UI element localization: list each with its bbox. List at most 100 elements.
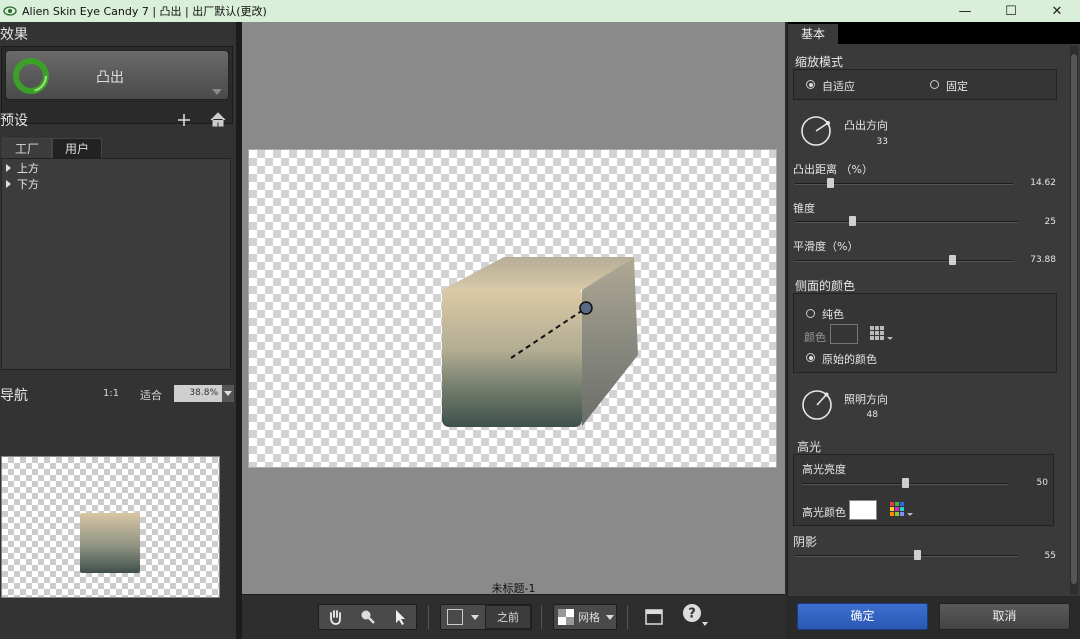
- shadow-slider[interactable]: [795, 550, 1018, 560]
- chevron-down-icon: [212, 89, 222, 95]
- toolbar-separator: [627, 605, 628, 629]
- minimize-button[interactable]: —: [942, 0, 988, 22]
- before-button[interactable]: 之前: [485, 605, 531, 629]
- shadow-label: 阴影: [793, 535, 818, 549]
- navigation-heading: 导航: [0, 388, 28, 404]
- title-bar: Alien Skin Eye Candy 7 | 凸出 | 出厂默认(更改) —…: [0, 0, 1080, 22]
- tab-factory[interactable]: 工厂: [2, 138, 53, 158]
- toolbar-separator: [541, 605, 542, 629]
- settings-tabbar: 基本: [788, 22, 1080, 44]
- slider-track: [795, 260, 1013, 262]
- tree-item-label: 下方: [17, 178, 39, 191]
- effects-heading: 效果: [0, 27, 28, 43]
- square-swatch-icon: [447, 609, 463, 625]
- settings-panel: 基本 缩放模式 自适应 固定 凸出方向 33 凸出距离 （%） 14.62 锥度…: [787, 22, 1080, 639]
- bevel-distance-slider[interactable]: [795, 178, 1013, 188]
- expand-arrow-icon: [6, 180, 11, 188]
- radio-original-color[interactable]: [806, 353, 815, 362]
- side-color-group: 纯色 颜色 原始的颜色: [793, 293, 1057, 373]
- highlight-color-label: 高光颜色: [802, 506, 846, 519]
- taper-label: 锥度: [793, 202, 815, 215]
- pointer-icon: [395, 610, 405, 625]
- help-button[interactable]: ?: [678, 603, 712, 627]
- select-tool-button[interactable]: [384, 605, 416, 629]
- chevron-down-icon: [471, 614, 479, 620]
- tab-user[interactable]: 用户: [52, 138, 103, 158]
- bevel-distance-value: 14.62: [1030, 178, 1056, 188]
- highlight-label: 高光: [797, 440, 822, 454]
- ok-button[interactable]: 确定: [797, 603, 928, 630]
- zoom-tool-button[interactable]: [351, 605, 383, 629]
- preset-tree: 上方 下方: [1, 158, 231, 370]
- help-icon: ?: [683, 604, 708, 626]
- app-eye-icon: [3, 6, 17, 16]
- actual-size-button[interactable]: 1:1: [103, 388, 119, 399]
- toolbar-separator: [428, 605, 429, 629]
- preview-canvas[interactable]: [248, 149, 777, 468]
- home-preset-button[interactable]: [208, 110, 228, 130]
- taper-slider[interactable]: [795, 216, 1018, 226]
- navigation-header: 导航 1:1 适合 38.8%: [0, 382, 236, 408]
- scale-mode-group: 自适应 固定: [793, 69, 1057, 100]
- panel-layout-icon: [645, 609, 663, 625]
- grid-toggle-button[interactable]: [554, 605, 578, 629]
- smoothness-label: 平滑度（%）: [793, 240, 859, 253]
- bevel-direction-label: 凸出方向: [844, 119, 888, 132]
- side-color-swatch[interactable]: [830, 324, 858, 344]
- tree-item-bottom[interactable]: 下方: [2, 177, 230, 193]
- tab-basic[interactable]: 基本: [788, 24, 838, 44]
- preview-toolbar: 之前 网格 ?: [242, 594, 785, 639]
- zoom-dropdown-button[interactable]: [222, 385, 234, 402]
- grid-dropdown-button[interactable]: [604, 605, 616, 629]
- background-dropdown-button[interactable]: [469, 605, 481, 629]
- slider-track: [795, 555, 1018, 557]
- highlight-brightness-value: 50: [1036, 478, 1048, 488]
- radio-fixed[interactable]: [930, 80, 939, 89]
- cancel-button[interactable]: 取消: [939, 603, 1070, 630]
- color-grid-icon[interactable]: [870, 326, 896, 342]
- tree-item-top[interactable]: 上方: [2, 161, 230, 177]
- layout-button[interactable]: [642, 605, 666, 629]
- radio-solid-color[interactable]: [806, 309, 815, 318]
- highlight-color-swatch[interactable]: [849, 500, 877, 520]
- tool-group: [318, 604, 417, 630]
- expand-arrow-icon: [6, 164, 11, 172]
- light-direction-dial[interactable]: [800, 388, 834, 422]
- scrollbar-thumb[interactable]: [1071, 54, 1077, 584]
- magnifier-icon: [361, 610, 376, 624]
- slider-knob[interactable]: [914, 550, 921, 560]
- smoothness-value: 73.88: [1030, 255, 1056, 265]
- checker-icon: [558, 609, 574, 625]
- chevron-down-icon: [606, 614, 614, 620]
- maximize-button[interactable]: ☐: [988, 0, 1034, 22]
- background-swatch-button[interactable]: [441, 605, 469, 629]
- navigator-preview[interactable]: [1, 456, 220, 598]
- grid-label: 网格: [578, 611, 600, 624]
- color-palette-icon[interactable]: [890, 502, 916, 518]
- slider-knob[interactable]: [902, 478, 909, 488]
- side-color-label: 侧面的颜色: [795, 279, 856, 293]
- slider-knob[interactable]: [827, 178, 834, 188]
- presets-heading: 预设: [0, 113, 28, 129]
- close-button[interactable]: ✕: [1034, 0, 1080, 22]
- compare-group: 之前: [440, 604, 532, 630]
- effect-name: 凸出: [96, 70, 124, 86]
- svg-text:?: ?: [688, 607, 696, 622]
- smoothness-slider[interactable]: [795, 255, 1013, 265]
- preview-area: 未标题-1: [242, 22, 785, 639]
- effect-dropdown[interactable]: 凸出: [5, 50, 229, 100]
- hand-tool-button[interactable]: [319, 605, 351, 629]
- zoom-input[interactable]: 38.8%: [174, 385, 222, 402]
- direction-handle-knob[interactable]: [579, 301, 593, 315]
- effect-ring-icon: [13, 58, 49, 94]
- radio-solid-color-label: 纯色: [822, 308, 844, 321]
- add-preset-button[interactable]: [174, 110, 194, 130]
- bevel-distance-label: 凸出距离 （%）: [793, 163, 873, 176]
- radio-adaptive[interactable]: [806, 80, 815, 89]
- highlight-brightness-slider[interactable]: [802, 478, 1008, 488]
- slider-knob[interactable]: [849, 216, 856, 226]
- slider-knob[interactable]: [949, 255, 956, 265]
- fit-button[interactable]: 适合: [140, 387, 162, 403]
- bevel-direction-dial[interactable]: [799, 114, 833, 148]
- settings-scrollbar[interactable]: [1070, 46, 1078, 594]
